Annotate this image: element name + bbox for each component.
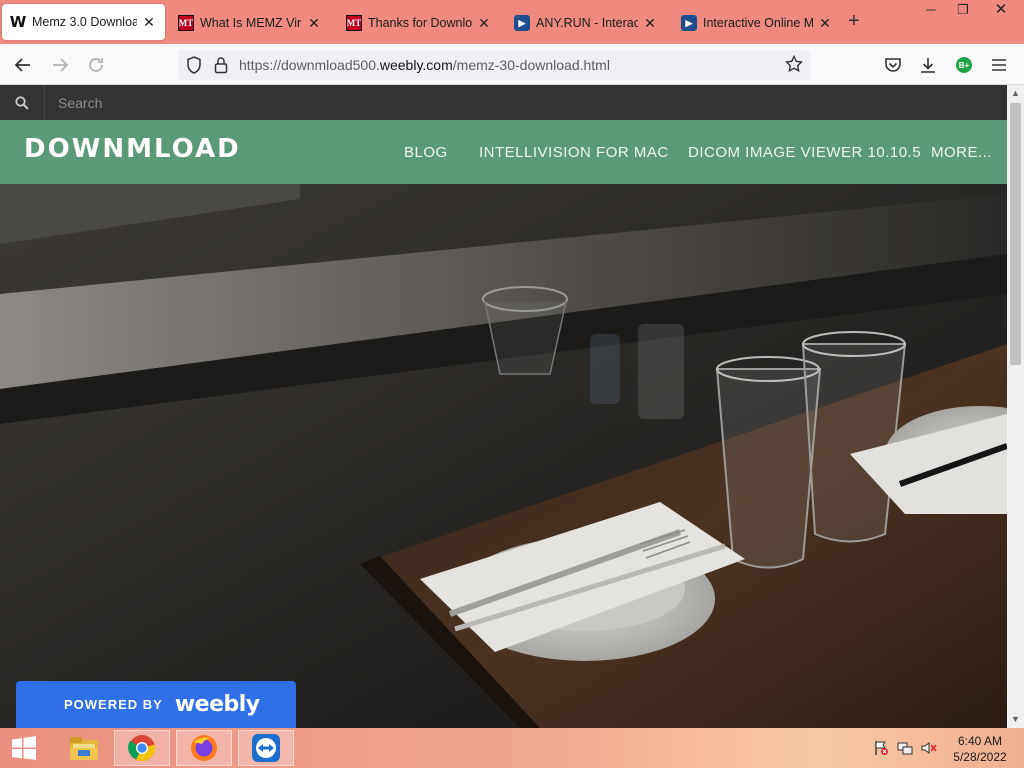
tab-strip: W Memz 3.0 Download ✕ MT What Is MEMZ Vi…	[0, 0, 1024, 44]
hero-image	[0, 184, 1007, 728]
window-close-icon[interactable]: ✕	[986, 0, 1016, 22]
shield-icon[interactable]	[186, 56, 202, 79]
close-icon[interactable]: ✕	[306, 15, 322, 32]
speaker-muted-icon[interactable]	[921, 740, 937, 756]
powered-by-weebly-badge[interactable]: POWERED BY weebly	[16, 681, 296, 728]
search-input[interactable]	[58, 93, 558, 113]
clock-date: 5/28/2022	[953, 750, 1007, 764]
url-bar[interactable]: https://downmload500.weebly.com/memz-30-…	[178, 50, 810, 80]
tab-label: Interactive Online Ma	[703, 16, 813, 30]
nav-link-more[interactable]: MORE...	[931, 144, 992, 161]
nav-link-dicom[interactable]: DICOM IMAGE VIEWER 10.10.5	[688, 144, 921, 161]
close-icon[interactable]: ✕	[141, 14, 157, 31]
tab-what-is-memz[interactable]: MT What Is MEMZ Virus ✕	[170, 6, 330, 40]
chrome-icon[interactable]	[114, 730, 170, 766]
tab-interactive-online[interactable]: ▶ Interactive Online Ma ✕	[673, 6, 841, 40]
site-search-bar	[0, 85, 1007, 120]
bookmark-star-icon[interactable]	[784, 54, 804, 78]
url-prefix: https://downmload500.	[239, 57, 380, 73]
firefox-icon[interactable]	[176, 730, 232, 766]
taskbar-clock[interactable]: 6:40 AM 5/28/2022	[948, 733, 1012, 765]
close-icon[interactable]: ✕	[642, 15, 658, 32]
hamburger-menu-icon[interactable]	[986, 52, 1012, 78]
pocket-icon[interactable]	[880, 52, 906, 78]
network-icon[interactable]	[897, 740, 913, 756]
teamviewer-icon[interactable]	[238, 730, 294, 766]
reload-icon[interactable]	[83, 52, 109, 78]
weebly-w-icon: W	[9, 13, 27, 31]
web-page: DOWNMLOAD BLOG INTELLIVISION FOR MAC DIC…	[0, 85, 1007, 728]
navigation-bar: https://downmload500.weebly.com/memz-30-…	[0, 44, 1024, 85]
nav-link-blog[interactable]: BLOG	[404, 144, 448, 161]
downloads-icon[interactable]	[915, 52, 941, 78]
scroll-up-arrow-icon[interactable]: ▲	[1007, 85, 1024, 102]
taskbar	[0, 728, 1024, 768]
close-icon[interactable]: ✕	[817, 15, 833, 32]
url-text: https://downmload500.weebly.com/memz-30-…	[239, 57, 610, 73]
tab-anyrun[interactable]: ▶ ANY.RUN - Interactive ✕	[506, 6, 666, 40]
new-tab-button[interactable]: +	[848, 10, 860, 33]
restore-icon[interactable]: ❐	[948, 0, 978, 22]
minimize-icon[interactable]: ─	[916, 0, 946, 22]
anyrun-icon: ▶	[514, 15, 530, 31]
mt-icon: MT	[346, 15, 362, 31]
search-icon[interactable]	[0, 85, 45, 120]
anyrun-icon: ▶	[681, 15, 697, 31]
weebly-logo: weebly	[174, 692, 260, 717]
vertical-scrollbar[interactable]: ▲ ▼	[1007, 85, 1024, 728]
tab-label: ANY.RUN - Interactive	[536, 16, 638, 30]
site-header: DOWNMLOAD BLOG INTELLIVISION FOR MAC DIC…	[0, 120, 1007, 184]
back-arrow-icon[interactable]	[10, 52, 36, 78]
tab-label: Memz 3.0 Download	[32, 15, 137, 29]
site-logo[interactable]: DOWNMLOAD	[24, 134, 241, 164]
tab-label: What Is MEMZ Virus	[200, 16, 302, 30]
lock-icon[interactable]	[214, 56, 228, 79]
url-domain: weebly.com	[379, 57, 453, 73]
tab-thanks-for-download[interactable]: MT Thanks for Download ✕	[338, 6, 500, 40]
nav-link-intellivision[interactable]: INTELLIVISION FOR MAC	[479, 144, 669, 161]
clock-time: 6:40 AM	[957, 734, 1003, 748]
url-path: /memz-30-download.html	[452, 57, 610, 73]
tab-label: Thanks for Download	[368, 16, 472, 30]
scrollbar-thumb[interactable]	[1010, 103, 1021, 365]
scroll-down-arrow-icon[interactable]: ▼	[1007, 711, 1024, 728]
tab-memz-download[interactable]: W Memz 3.0 Download ✕	[2, 4, 165, 40]
forward-arrow-icon[interactable]	[47, 52, 73, 78]
file-explorer-icon[interactable]	[56, 730, 112, 766]
start-icon[interactable]	[0, 730, 48, 766]
mt-icon: MT	[178, 15, 194, 31]
extension-icon[interactable]: B+	[956, 57, 972, 73]
flag-icon[interactable]	[873, 740, 889, 756]
close-icon[interactable]: ✕	[476, 15, 492, 32]
powered-by-label: POWERED BY	[64, 697, 163, 712]
